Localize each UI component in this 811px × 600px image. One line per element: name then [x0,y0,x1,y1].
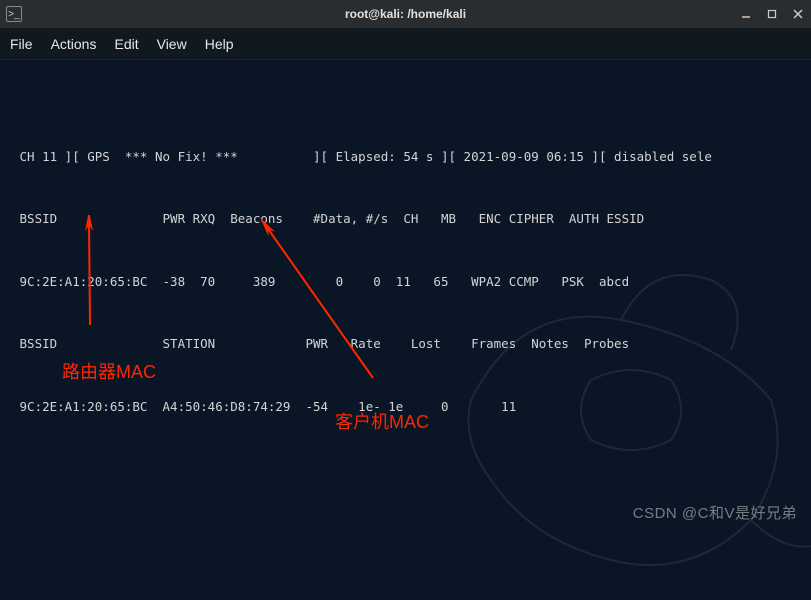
window-controls [739,7,805,21]
minimize-button[interactable] [739,7,753,21]
menubar: File Actions Edit View Help [0,28,811,60]
window-title: root@kali: /home/kali [345,7,466,21]
menu-file[interactable]: File [10,36,33,52]
terminal-output[interactable]: CH 11 ][ GPS *** No Fix! *** ][ Elapsed:… [0,60,811,533]
menu-help[interactable]: Help [205,36,234,52]
watermark: CSDN @C和V是好兄弟 [633,502,797,523]
menu-edit[interactable]: Edit [114,36,138,52]
close-button[interactable] [791,7,805,21]
ap-table-row: 9C:2E:A1:20:65:BC -38 70 389 0 0 11 65 W… [12,266,799,297]
client-table-header: BSSID STATION PWR Rate Lost Frames Notes… [12,328,799,359]
status-line: CH 11 ][ GPS *** No Fix! *** ][ Elapsed:… [12,141,799,172]
window-titlebar: >_ root@kali: /home/kali [0,0,811,28]
terminal-icon: >_ [6,6,22,22]
menu-view[interactable]: View [157,36,187,52]
menu-actions[interactable]: Actions [51,36,97,52]
maximize-button[interactable] [765,7,779,21]
ap-table-header: BSSID PWR RXQ Beacons #Data, #/s CH MB E… [12,203,799,234]
client-table-row: 9C:2E:A1:20:65:BC A4:50:46:D8:74:29 -54 … [12,391,799,422]
